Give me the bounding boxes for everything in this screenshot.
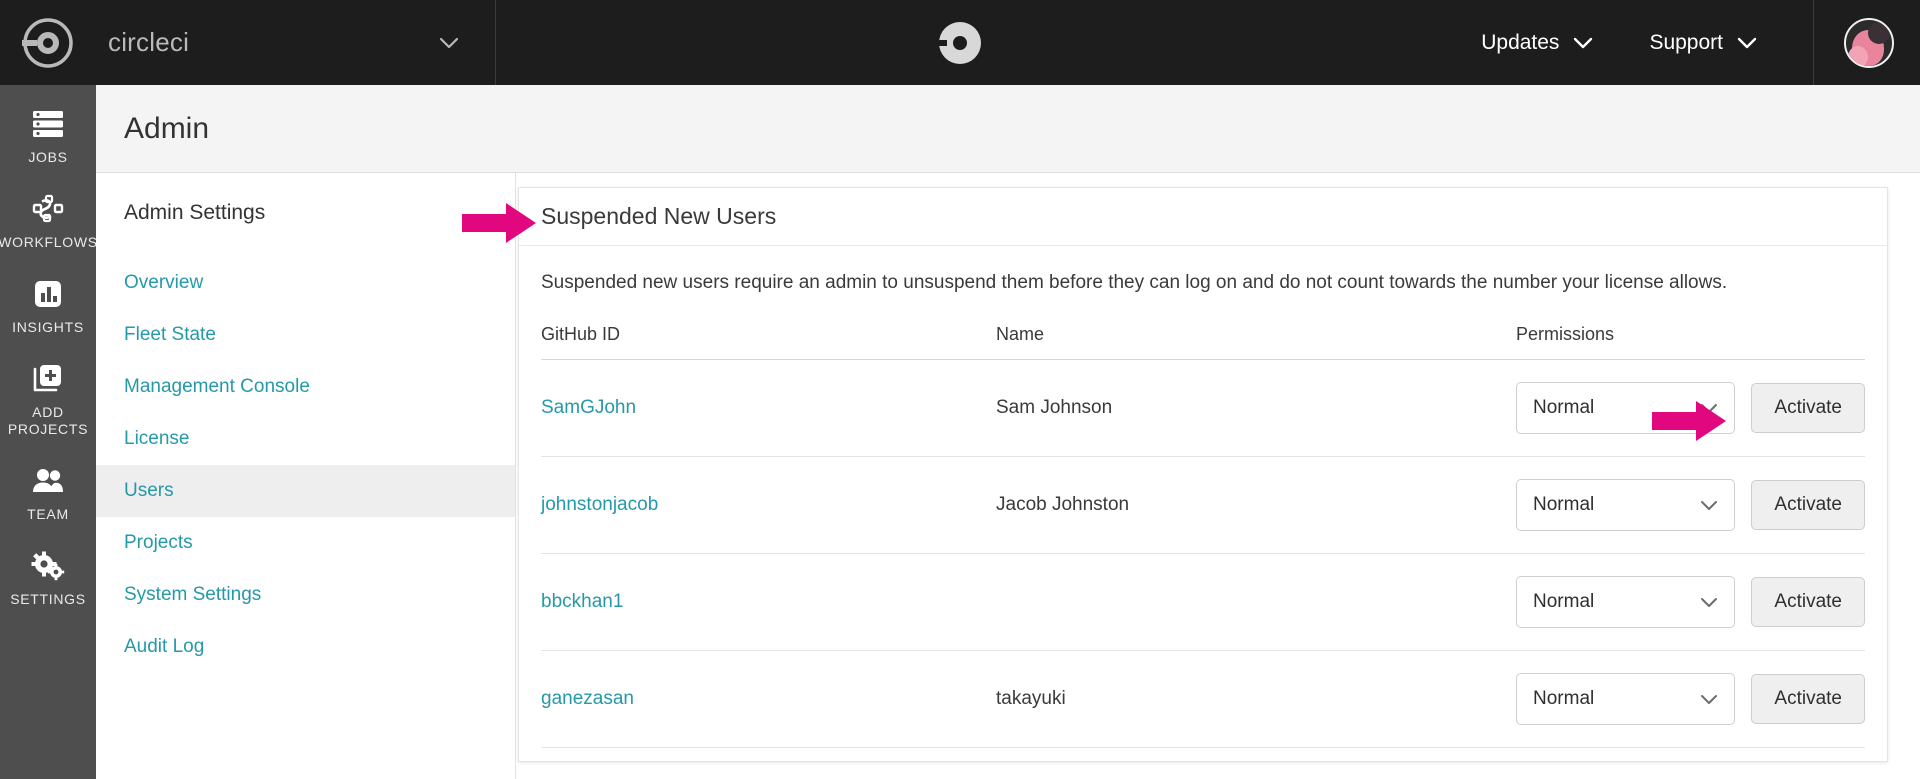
column-header-github-id: GitHub ID	[541, 324, 996, 360]
top-navigation-bar: circleci Updates Support	[0, 0, 1920, 85]
suspended-new-users-card: Suspended New Users Suspended new users …	[518, 187, 1888, 762]
chevron-down-icon	[1700, 597, 1718, 608]
cell-name: Jacob Johnston	[996, 456, 1516, 554]
table-row: johnstonjacob Jacob Johnston Normal Acti…	[541, 456, 1865, 554]
sidebar-item-insights[interactable]: INSIGHTS	[0, 277, 96, 336]
subnav-item-fleet-state[interactable]: Fleet State	[96, 309, 515, 361]
sidebar-item-jobs[interactable]: JOBS	[0, 107, 96, 166]
github-id-link[interactable]: johnstonjacob	[541, 494, 658, 515]
sidebar-item-add-projects[interactable]: ADD PROJECTS	[0, 362, 96, 438]
subnav-item-management-console[interactable]: Management Console	[96, 361, 515, 413]
chevron-down-icon	[1700, 694, 1718, 705]
cell-github-id: johnstonjacob	[541, 456, 996, 554]
org-name-label: circleci	[108, 27, 190, 57]
support-label: Support	[1649, 30, 1723, 54]
activate-button[interactable]: Activate	[1751, 577, 1865, 627]
cell-github-id: ganezasan	[541, 650, 996, 748]
subnav-item-audit-log[interactable]: Audit Log	[96, 621, 515, 673]
sidebar-item-settings[interactable]: SETTINGS	[0, 549, 96, 608]
circleci-logo-icon	[22, 17, 74, 69]
table-header-row: GitHub ID Name Permissions	[541, 324, 1865, 360]
sidebar-item-label: ADD PROJECTS	[7, 404, 89, 437]
permission-select[interactable]: Normal	[1516, 673, 1736, 725]
jobs-list-icon	[31, 107, 65, 141]
activate-button[interactable]: Activate	[1751, 674, 1865, 724]
page-title: Admin	[124, 111, 210, 145]
add-project-icon	[32, 362, 64, 396]
cell-github-id: bbckhan1	[541, 553, 996, 651]
org-switcher[interactable]: circleci	[0, 0, 496, 85]
cell-name: Sam Johnson	[996, 359, 1516, 457]
admin-settings-nav: Admin Settings Overview Fleet State Mana…	[96, 173, 516, 779]
page-header: Admin	[96, 85, 1920, 173]
avatar[interactable]	[1844, 17, 1894, 68]
github-id-link[interactable]: ganezasan	[541, 688, 634, 709]
github-id-link[interactable]: bbckhan1	[541, 591, 623, 612]
github-id-link[interactable]: SamGJohn	[541, 397, 636, 418]
sidebar-item-label: TEAM	[27, 506, 69, 522]
insights-bar-chart-icon	[32, 277, 64, 311]
permission-select[interactable]: Normal	[1516, 576, 1736, 628]
table-row: ganezasan takayuki Normal Activate	[541, 650, 1865, 748]
permission-value: Normal	[1533, 494, 1595, 515]
chevron-down-icon[interactable]	[439, 37, 459, 49]
workflows-nodes-icon	[31, 192, 65, 226]
column-header-permissions: Permissions	[1516, 324, 1865, 360]
cell-permissions: Normal Activate	[1516, 650, 1865, 748]
team-people-icon	[31, 464, 65, 498]
permission-value: Normal	[1533, 591, 1595, 612]
table-row: SamGJohn Sam Johnson Normal Activate	[541, 359, 1865, 457]
permission-value: Normal	[1533, 397, 1595, 418]
admin-settings-heading: Admin Settings	[124, 201, 266, 224]
chevron-down-icon	[1700, 403, 1718, 414]
permission-value: Normal	[1533, 688, 1595, 709]
sidebar-item-team[interactable]: TEAM	[0, 464, 96, 523]
sidebar-item-label: WORKFLOWS	[0, 234, 98, 250]
card-description: Suspended new users require an admin to …	[541, 272, 1728, 293]
updates-label: Updates	[1481, 30, 1560, 54]
column-header-name: Name	[996, 324, 1516, 360]
cell-name: takayuki	[996, 650, 1516, 748]
card-heading: Suspended New Users	[541, 203, 777, 229]
subnav-item-users[interactable]: Users	[96, 465, 515, 517]
sidebar-item-label: INSIGHTS	[12, 319, 84, 335]
suspended-users-table: GitHub ID Name Permissions SamGJohn Sam …	[541, 324, 1865, 748]
avatar-image-highlight	[1848, 45, 1868, 66]
table-row: bbckhan1 Normal Activate	[541, 553, 1865, 651]
cell-github-id: SamGJohn	[541, 359, 996, 457]
subnav-item-license[interactable]: License	[96, 413, 515, 465]
chevron-down-icon	[1573, 37, 1593, 49]
subnav-item-projects[interactable]: Projects	[96, 517, 515, 569]
top-right-actions: Updates Support	[1481, 0, 1920, 85]
card-header: Suspended New Users	[519, 188, 1887, 246]
cell-permissions: Normal Activate	[1516, 553, 1865, 651]
circleci-admin-page: circleci Updates Support JOBS WORKFLOWS …	[0, 0, 1920, 779]
sidebar-item-label: JOBS	[28, 149, 68, 165]
card-body: Suspended new users require an admin to …	[519, 246, 1887, 748]
sidebar-item-label: SETTINGS	[10, 591, 86, 607]
divider	[1813, 0, 1814, 85]
avatar-image-detail	[1868, 21, 1890, 44]
support-menu[interactable]: Support	[1649, 31, 1757, 55]
permission-select[interactable]: Normal	[1516, 479, 1736, 531]
chevron-down-icon	[1700, 500, 1718, 511]
activate-button[interactable]: Activate	[1751, 480, 1865, 530]
cell-permissions: Normal Activate	[1516, 359, 1865, 457]
settings-gears-icon	[31, 549, 65, 583]
activate-button[interactable]: Activate	[1751, 383, 1865, 433]
permission-select[interactable]: Normal	[1516, 382, 1736, 434]
subnav-item-overview[interactable]: Overview	[96, 257, 515, 309]
cell-permissions: Normal Activate	[1516, 456, 1865, 554]
cell-name	[996, 553, 1516, 651]
chevron-down-icon	[1737, 37, 1757, 49]
subnav-item-system-settings[interactable]: System Settings	[96, 569, 515, 621]
sidebar-item-workflows[interactable]: WORKFLOWS	[0, 192, 98, 251]
primary-sidebar: JOBS WORKFLOWS INSIGHTS ADD PROJECTS TEA…	[0, 85, 98, 779]
updates-menu[interactable]: Updates	[1481, 31, 1593, 55]
